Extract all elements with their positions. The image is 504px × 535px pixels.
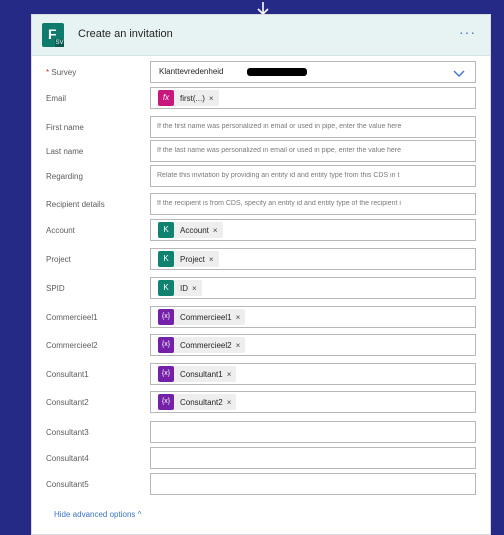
action-title: Create an invitation — [78, 28, 173, 40]
spid-row: SPID K ID × — [32, 277, 490, 303]
consultant2-token[interactable]: {x} Consultant2 × — [158, 394, 237, 410]
remove-token-icon[interactable]: × — [227, 398, 232, 407]
remove-token-icon[interactable]: × — [192, 284, 197, 293]
last-name-row: Last name If the last name was personali… — [32, 140, 490, 166]
commercieel1-label: Commercieel1 — [46, 313, 98, 322]
spid-label: SPID — [46, 284, 65, 293]
commercieel1-token[interactable]: {x} Commercieel1 × — [158, 309, 246, 325]
commercieel2-token[interactable]: {x} Commercieel2 × — [158, 337, 246, 353]
regarding-row: Regarding Relate this invitation by prov… — [32, 165, 490, 191]
dynamic-content-icon: K — [158, 222, 174, 238]
token-label: Commercieel1 — [180, 312, 232, 322]
consultant1-token[interactable]: {x} Consultant1 × — [158, 366, 237, 382]
expression-icon: fx — [158, 90, 174, 106]
icon-sub: SV — [55, 39, 64, 47]
project-token[interactable]: K Project × — [158, 251, 219, 267]
hide-advanced-options-link[interactable]: Hide advanced options ^ — [54, 510, 141, 519]
commercieel2-row: Commercieel2 {x} Commercieel2 × — [32, 334, 490, 360]
consultant2-label: Consultant2 — [46, 398, 89, 407]
token-label: Account — [180, 225, 209, 235]
consultant5-field[interactable] — [150, 473, 476, 495]
account-label: Account — [46, 226, 75, 235]
recipient-details-label: Recipient details — [46, 200, 105, 209]
email-field[interactable]: fx first(...) × — [150, 87, 476, 109]
remove-token-icon[interactable]: × — [209, 255, 214, 264]
survey-dropdown[interactable]: Klanttevredenheid — [150, 61, 476, 83]
consultant5-label: Consultant5 — [46, 480, 89, 489]
last-name-field[interactable]: If the last name was personalized in ema… — [150, 140, 476, 162]
email-label: Email — [46, 94, 67, 103]
commercieel2-field[interactable]: {x} Commercieel2 × — [150, 334, 476, 356]
commercieel2-label: Commercieel2 — [46, 341, 98, 350]
last-name-placeholder: If the last name was personalized in ema… — [157, 147, 401, 154]
remove-token-icon[interactable]: × — [236, 341, 241, 350]
token-label: Project — [180, 254, 205, 264]
remove-token-icon[interactable]: × — [209, 94, 214, 103]
project-label: Project — [46, 255, 71, 264]
first-name-placeholder: If the first name was personalized in em… — [157, 123, 402, 130]
chevron-down-icon[interactable] — [453, 68, 465, 78]
commercieel1-field[interactable]: {x} Commercieel1 × — [150, 306, 476, 328]
consultant2-row: Consultant2 {x} Consultant2 × — [32, 391, 490, 417]
recipient-details-field[interactable]: If the recipient is from CDS, specify an… — [150, 193, 476, 215]
consultant2-field[interactable]: {x} Consultant2 × — [150, 391, 476, 413]
consultant5-row: Consultant5 — [32, 473, 490, 499]
dynamic-content-icon: K — [158, 251, 174, 267]
account-token[interactable]: K Account × — [158, 222, 223, 238]
variable-icon: {x} — [158, 394, 174, 410]
variable-icon: {x} — [158, 309, 174, 325]
token-label: Consultant1 — [180, 369, 223, 379]
token-label: Consultant2 — [180, 397, 223, 407]
variable-icon: {x} — [158, 366, 174, 382]
account-row: Account K Account × — [32, 219, 490, 245]
consultant1-row: Consultant1 {x} Consultant1 × — [32, 363, 490, 389]
forms-pro-icon: F SV — [42, 23, 64, 47]
consultant3-field[interactable] — [150, 421, 476, 443]
first-name-label: First name — [46, 123, 84, 132]
more-options-icon[interactable]: ··· — [459, 24, 476, 40]
consultant4-label: Consultant4 — [46, 454, 89, 463]
regarding-placeholder: Relate this invitation by providing an e… — [157, 172, 400, 179]
recipient-details-row: Recipient details If the recipient is fr… — [32, 193, 490, 219]
survey-row: * Survey Klanttevredenheid — [32, 61, 490, 87]
first-name-row: First name If the first name was persona… — [32, 116, 490, 142]
token-label: first(...) — [180, 93, 205, 103]
account-field[interactable]: K Account × — [150, 219, 476, 241]
consultant1-field[interactable]: {x} Consultant1 × — [150, 363, 476, 385]
dynamic-content-icon: K — [158, 280, 174, 296]
remove-token-icon[interactable]: × — [227, 370, 232, 379]
first-name-field[interactable]: If the first name was personalized in em… — [150, 116, 476, 138]
regarding-field[interactable]: Relate this invitation by providing an e… — [150, 165, 476, 187]
commercieel1-row: Commercieel1 {x} Commercieel1 × — [32, 306, 490, 332]
token-label: Commercieel2 — [180, 340, 232, 350]
survey-label-text: Survey — [51, 68, 77, 77]
survey-label: * Survey — [46, 68, 76, 77]
project-row: Project K Project × — [32, 248, 490, 274]
email-row: Email fx first(...) × — [32, 87, 490, 113]
consultant3-label: Consultant3 — [46, 428, 89, 437]
recipient-details-placeholder: If the recipient is from CDS, specify an… — [157, 200, 401, 207]
spid-token[interactable]: K ID × — [158, 280, 202, 296]
project-field[interactable]: K Project × — [150, 248, 476, 270]
consultant4-field[interactable] — [150, 447, 476, 469]
consultant4-row: Consultant4 — [32, 447, 490, 473]
card-header[interactable]: F SV Create an invitation ··· — [32, 15, 490, 56]
regarding-label: Regarding — [46, 172, 83, 181]
spid-field[interactable]: K ID × — [150, 277, 476, 299]
remove-token-icon[interactable]: × — [213, 226, 218, 235]
remove-token-icon[interactable]: × — [236, 313, 241, 322]
token-label: ID — [180, 283, 188, 293]
consultant1-label: Consultant1 — [46, 370, 89, 379]
variable-icon: {x} — [158, 337, 174, 353]
required-marker: * — [46, 68, 50, 77]
survey-value: Klanttevredenheid — [159, 67, 224, 76]
action-card: F SV Create an invitation ··· * Survey K… — [31, 14, 491, 535]
last-name-label: Last name — [46, 147, 84, 156]
consultant3-row: Consultant3 — [32, 421, 490, 447]
redaction-bar — [247, 68, 307, 76]
email-token[interactable]: fx first(...) × — [158, 90, 219, 106]
